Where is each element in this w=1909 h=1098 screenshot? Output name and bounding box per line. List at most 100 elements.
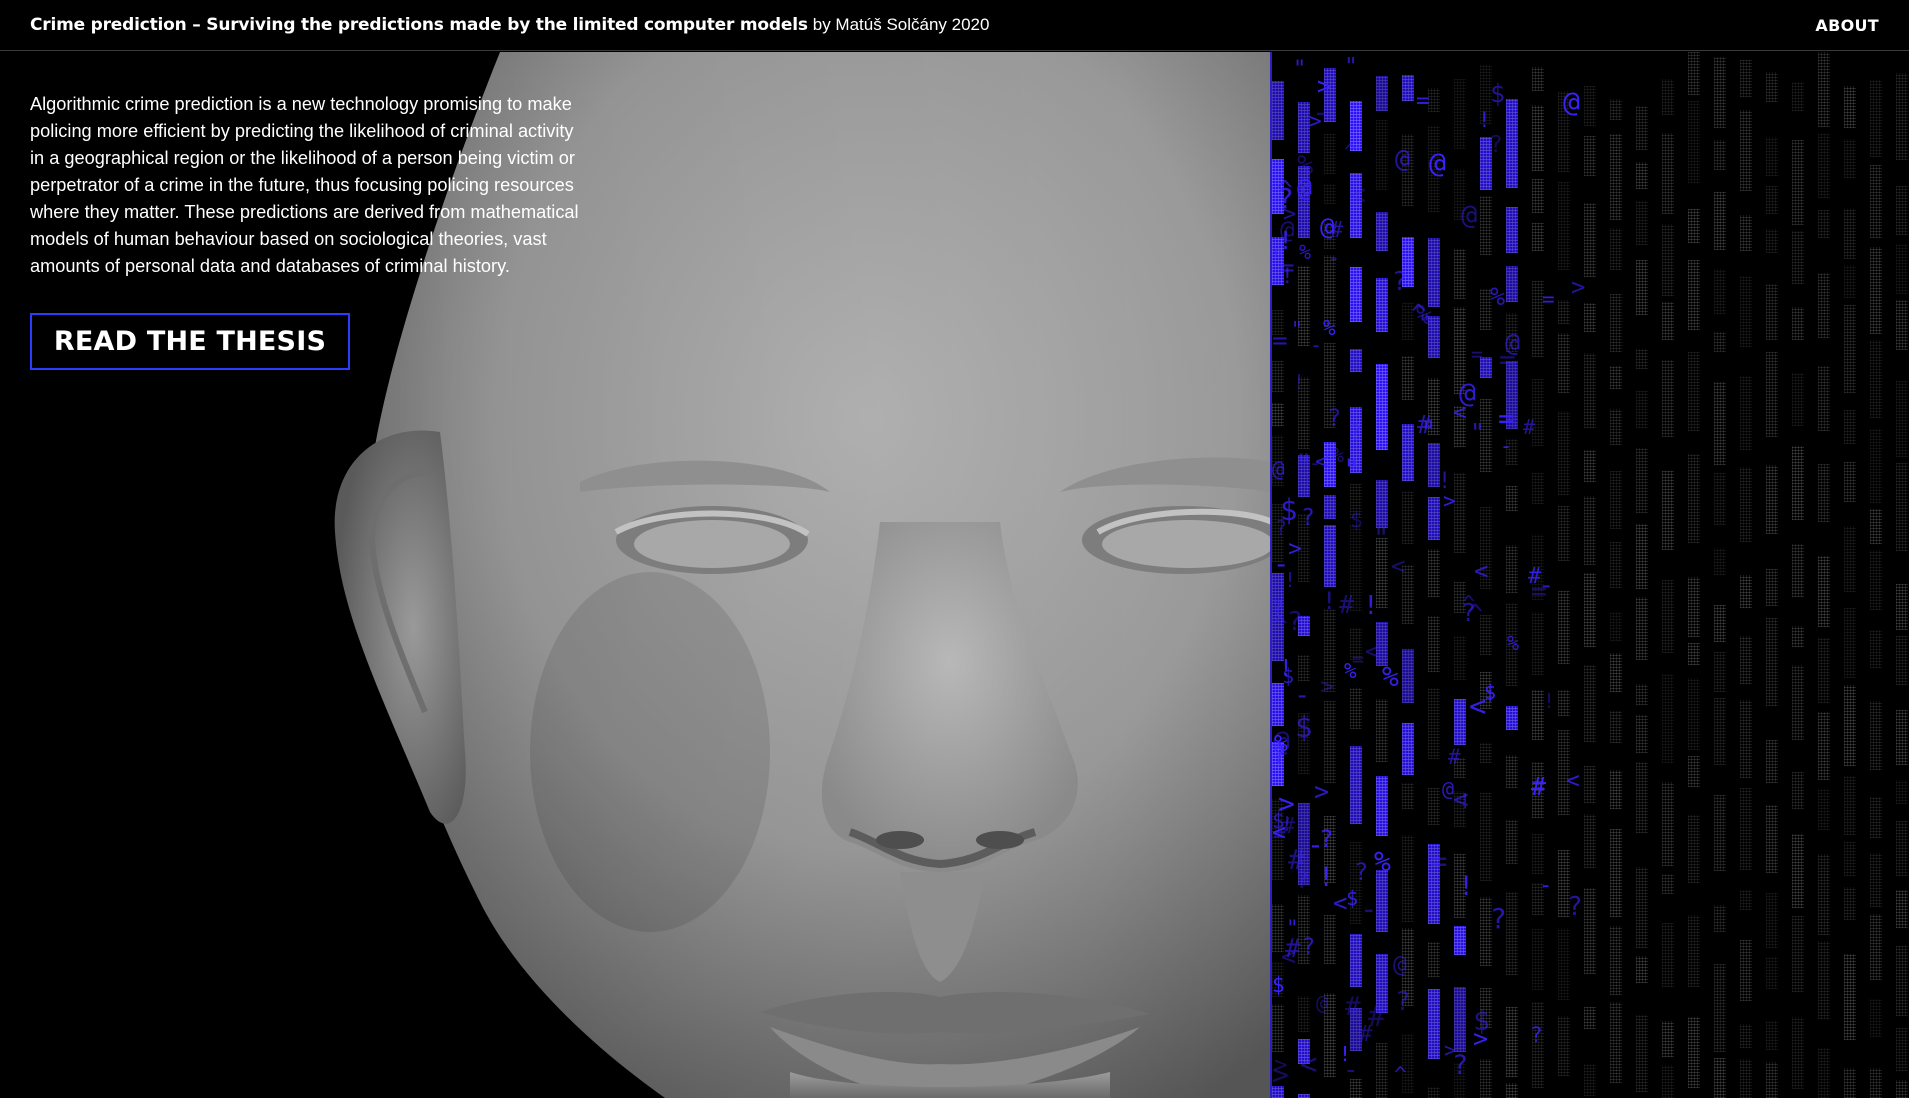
matrix-glyph: - — [1500, 434, 1513, 458]
matrix-glyph: % — [1507, 631, 1520, 655]
site-title[interactable]: Crime prediction – Surviving the predict… — [30, 14, 989, 35]
matrix-glyph: ! — [1293, 370, 1306, 394]
matrix-glyph: ^ — [1394, 1063, 1407, 1087]
matrix-bar — [1610, 542, 1622, 588]
matrix-bar — [1636, 715, 1648, 753]
matrix-bar — [1870, 165, 1882, 238]
matrix-glyph: " — [1373, 523, 1390, 554]
matrix-bar — [1870, 797, 1882, 838]
matrix-glyph: ^ — [1277, 176, 1293, 206]
matrix-bar — [1844, 842, 1856, 876]
matrix-glyph: @ — [1442, 777, 1455, 801]
matrix-bar — [1506, 1007, 1518, 1077]
matrix-bar — [1662, 580, 1674, 653]
matrix-bar — [1428, 688, 1440, 759]
matrix-bar — [1428, 1087, 1440, 1098]
matrix-bar — [1688, 209, 1700, 243]
matrix-bar — [1714, 269, 1726, 314]
matrix-bar — [1792, 772, 1804, 809]
matrix-bar — [1740, 60, 1752, 97]
matrix-bar — [1584, 136, 1596, 176]
matrix-bar — [1636, 260, 1648, 315]
matrix-bar — [1506, 755, 1518, 788]
matrix-bar — [1870, 247, 1882, 334]
matrix-bar — [1766, 618, 1778, 706]
matrix-glyph: = — [1272, 326, 1288, 356]
matrix-bar — [1870, 509, 1882, 544]
matrix-glyph: > — [1309, 109, 1322, 133]
matrix-bar — [1818, 789, 1830, 830]
matrix-bar — [1896, 636, 1908, 685]
matrix-bar — [1428, 989, 1440, 1059]
matrix-bar — [1402, 75, 1414, 101]
matrix-bar — [1766, 957, 1778, 989]
matrix-bar — [1402, 723, 1414, 775]
matrix-bar — [1610, 926, 1622, 995]
matrix-bar — [1818, 464, 1830, 522]
matrix-bar — [1532, 473, 1544, 504]
matrix-glyph: > — [1314, 777, 1330, 806]
matrix-glyph: ? — [1490, 902, 1507, 935]
matrix-glyph: @ — [1459, 376, 1476, 409]
matrix-bar — [1558, 333, 1570, 393]
matrix-glyph: ? — [1461, 598, 1477, 627]
matrix-bar — [1792, 544, 1804, 597]
matrix-glyph: = — [1279, 253, 1295, 283]
matrix-bar — [1636, 391, 1648, 428]
matrix-bar — [1506, 207, 1518, 253]
matrix-bar — [1688, 756, 1700, 787]
matrix-glyph: < — [1365, 639, 1379, 665]
matrix-bar — [1610, 829, 1622, 917]
matrix-glyph: " — [1470, 418, 1486, 447]
matrix-bar — [1844, 139, 1856, 178]
matrix-bar — [1818, 1048, 1830, 1098]
matrix-bar — [1558, 300, 1570, 324]
matrix-glyph: > — [1317, 72, 1332, 100]
matrix-glyph: @ — [1316, 991, 1329, 1015]
matrix-bar — [1532, 929, 1544, 990]
matrix-bar — [1896, 300, 1908, 350]
matrix-bar — [1766, 284, 1778, 340]
matrix-bar — [1350, 688, 1362, 729]
top-bar: Crime prediction – Surviving the predict… — [0, 0, 1909, 51]
matrix-glyph: $ — [1350, 508, 1363, 532]
matrix-glyph: # — [1359, 1022, 1373, 1047]
matrix-glyph: = — [1499, 343, 1516, 376]
matrix-bar — [1688, 52, 1700, 95]
matrix-bar — [1844, 1068, 1856, 1098]
matrix-glyph: ! — [1458, 871, 1475, 902]
matrix-bar — [1428, 616, 1440, 672]
matrix-bar — [1792, 140, 1804, 225]
matrix-bar — [1662, 782, 1674, 866]
matrix-bar — [1740, 376, 1752, 450]
matrix-bar — [1714, 605, 1726, 642]
matrix-bar — [1688, 1017, 1700, 1088]
matrix-bar — [1844, 410, 1856, 444]
matrix-bar — [1818, 712, 1830, 780]
matrix-bar — [1896, 1028, 1908, 1071]
matrix-glyph: ? — [1301, 505, 1315, 531]
matrix-bar — [1610, 228, 1622, 270]
matrix-bar — [1584, 665, 1596, 742]
about-link[interactable]: ABOUT — [1815, 16, 1879, 35]
matrix-glyph: ? — [1489, 132, 1503, 158]
matrix-bar — [1636, 597, 1648, 660]
matrix-bar — [1662, 360, 1674, 437]
project-title: Crime prediction – Surviving the predict… — [30, 15, 808, 35]
matrix-bar — [1558, 928, 1570, 1000]
matrix-glyph: % — [1374, 845, 1391, 878]
matrix-bar — [1610, 770, 1622, 809]
matrix-glyph: < — [1453, 785, 1469, 815]
matrix-glyph: % — [1323, 316, 1336, 340]
read-thesis-button[interactable]: READ THE THESIS — [30, 313, 350, 370]
matrix-glyph: @ — [1429, 146, 1446, 179]
matrix-glyph: = — [1498, 402, 1515, 435]
matrix-glyph: @ — [1563, 85, 1580, 118]
matrix-bar — [1402, 424, 1414, 481]
matrix-bar — [1818, 854, 1830, 935]
matrix-bar — [1740, 1059, 1752, 1098]
matrix-glyph: ? — [1354, 858, 1369, 886]
matrix-bar — [1792, 231, 1804, 284]
matrix-glyph: ! — [1279, 656, 1293, 682]
matrix-glyph: ? — [1287, 607, 1303, 637]
